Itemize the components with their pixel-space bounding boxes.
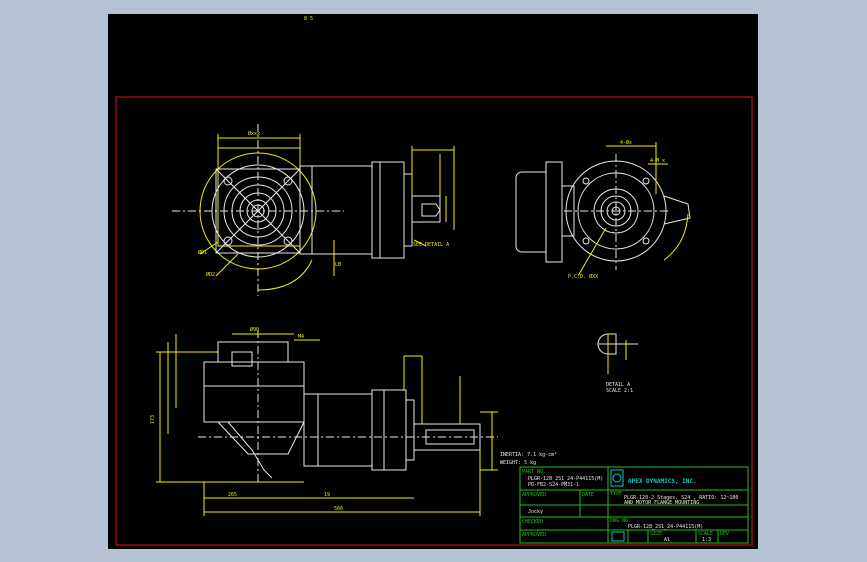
approved-by: Jocky <box>528 509 543 515</box>
rev-label: REV <box>720 531 729 537</box>
size-value: A1 <box>664 537 670 543</box>
title-block: PART NO. PLGR-12B_2S1_24-P44115(M) PO-FB… <box>519 466 749 544</box>
side-left-dim: 173 <box>150 415 156 424</box>
size-label: SIZE <box>650 531 662 537</box>
pcd-label: P.C.D. ØXX <box>568 273 598 280</box>
type-label: TYPE <box>610 491 622 497</box>
date-label: DATE <box>582 492 594 498</box>
approved2-label: APPROVED <box>522 532 546 538</box>
side-view: Ø90 M4 173 265 19 566 <box>150 326 498 516</box>
cad-viewport[interactable]: 8 5 Øxxx LB ØD1 ØD2 SEE DETAIL A 4-Øx 4-… <box>108 14 758 549</box>
part-no-value2: PO-FB2-S24-PM31-1 <box>528 482 579 488</box>
side-bottom-dim2: 19 <box>324 492 330 498</box>
right-dim-top: 4-Øx <box>620 139 632 146</box>
side-bottom-total: 566 <box>334 506 343 512</box>
note-weight: WEIGHT: 5 kg <box>500 460 536 466</box>
top-mark: 8 5 <box>304 16 313 22</box>
cad-drawing: 8 5 Øxxx LB ØD1 ØD2 SEE DETAIL A 4-Øx 4-… <box>115 16 753 546</box>
right-view: 4-Øx 4-M x P.C.D. ØXX DETAIL A SCALE 2:1 <box>515 139 691 394</box>
see-detail-label: SEE DETAIL A <box>413 242 449 248</box>
approved-label: APPROVED <box>522 492 546 498</box>
front-width-label: Øxxx <box>248 130 260 137</box>
drawing-no: PLGR-12B_2S1_24-P44115(M) <box>628 524 703 530</box>
front-side-dim: LB <box>335 262 341 268</box>
front-dim-bottom: ØD2 <box>206 271 215 278</box>
checked-label: CHECKED <box>522 519 543 525</box>
company-name: APEX DYNAMICS, INC. <box>628 478 697 485</box>
detail-label-2: SCALE 2:1 <box>606 388 633 394</box>
right-dim: 4-M x <box>650 158 665 164</box>
side-top-dim2: M4 <box>298 334 304 340</box>
front-dim-left: ØD1 <box>198 249 207 256</box>
note-inertia: INERTIA: 7.1 kg-cm² <box>500 452 557 458</box>
scale-value: 1:3 <box>702 537 711 543</box>
side-top-dim: Ø90 <box>250 326 259 333</box>
front-view: Øxxx LB ØD1 ØD2 SEE DETAIL A <box>172 124 455 296</box>
part-no-label: PART NO. <box>522 469 546 475</box>
side-bottom-dim1: 265 <box>228 492 237 498</box>
type-line2: AND MOTOR FLANGE MOUNTING <box>624 500 699 506</box>
